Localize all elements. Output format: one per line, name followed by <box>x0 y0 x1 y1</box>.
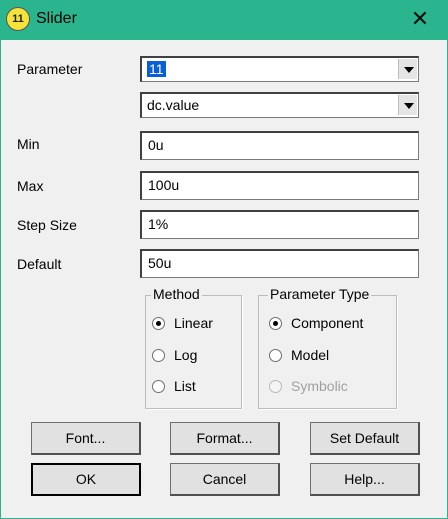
set-default-button[interactable]: Set Default <box>310 422 420 455</box>
radio-log-label: Log <box>174 347 198 363</box>
radio-log[interactable]: Log <box>152 347 197 363</box>
radio-linear[interactable]: Linear <box>152 315 213 331</box>
title-bar[interactable]: 11 Slider ✕ <box>0 0 448 40</box>
radio-model[interactable]: Model <box>269 347 329 363</box>
radio-list[interactable]: List <box>152 378 196 394</box>
parameter-type-group: Parameter Type Component Model Symbolic <box>258 286 397 409</box>
max-input[interactable]: 100u <box>140 171 419 200</box>
radio-symbolic-label: Symbolic <box>291 378 348 394</box>
parameter-property-dropdown[interactable]: dc.value <box>140 92 419 118</box>
font-button[interactable]: Font... <box>31 422 141 455</box>
cancel-button[interactable]: Cancel <box>170 463 280 496</box>
radio-symbolic: Symbolic <box>269 378 348 394</box>
window-title: Slider <box>36 10 77 27</box>
radio-button-icon[interactable] <box>269 348 282 362</box>
radio-button-icon[interactable] <box>152 379 165 393</box>
radio-list-label: List <box>174 378 196 394</box>
app-icon: 11 <box>6 7 30 31</box>
radio-button-icon[interactable] <box>152 316 165 330</box>
step-size-input[interactable]: 1% <box>140 210 419 239</box>
format-button[interactable]: Format... <box>170 422 280 455</box>
radio-button-icon <box>269 379 282 393</box>
max-label: Max <box>17 178 44 194</box>
default-input[interactable]: 50u <box>140 249 419 278</box>
help-button[interactable]: Help... <box>310 463 420 496</box>
radio-linear-label: Linear <box>174 315 213 331</box>
radio-model-label: Model <box>291 347 330 363</box>
min-label: Min <box>17 136 40 152</box>
chevron-down-icon[interactable] <box>398 95 417 115</box>
parameter-type-group-title: Parameter Type <box>268 286 372 302</box>
radio-button-icon[interactable] <box>152 348 165 362</box>
parameter-property-value: dc.value <box>147 97 200 113</box>
step-size-label: Step Size <box>17 217 77 233</box>
default-label: Default <box>17 256 62 272</box>
close-icon[interactable]: ✕ <box>406 5 434 33</box>
min-input[interactable]: 0u <box>140 131 419 160</box>
radio-component[interactable]: Component <box>269 315 363 331</box>
ok-button[interactable]: OK <box>31 463 141 496</box>
method-group-title: Method <box>151 286 202 302</box>
parameter-dropdown[interactable]: 11 <box>140 56 419 82</box>
chevron-down-icon[interactable] <box>398 59 417 79</box>
parameter-label: Parameter <box>17 61 83 77</box>
parameter-value: 11 <box>147 61 166 77</box>
radio-button-icon[interactable] <box>269 316 282 330</box>
method-group: Method Linear Log List <box>145 286 242 409</box>
radio-component-label: Component <box>291 315 364 331</box>
